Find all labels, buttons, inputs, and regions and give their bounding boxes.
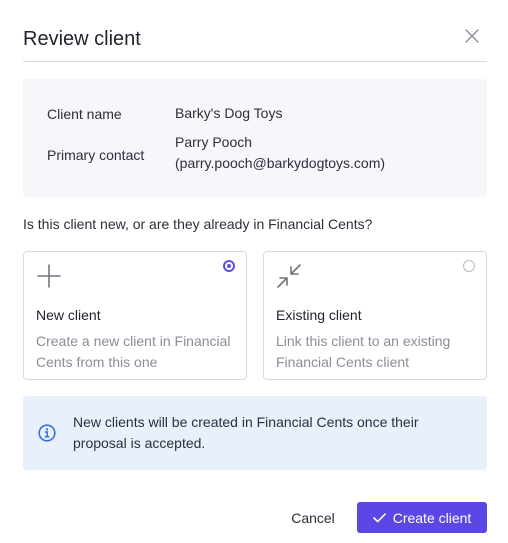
dialog-title: Review client (23, 28, 141, 50)
client-summary: Client name Barky's Dog Toys Primary con… (23, 79, 487, 197)
new-client-radio[interactable] (223, 260, 235, 272)
create-client-label: Create client (392, 509, 472, 526)
create-client-button[interactable]: Create client (357, 502, 487, 533)
client-type-question: Is this client new, or are they already … (23, 216, 373, 232)
client-name-value: Barky's Dog Toys (175, 105, 283, 121)
primary-contact-name: Parry Pooch (175, 134, 253, 150)
primary-contact-email: (parry.pooch@barkydogtoys.com) (175, 155, 386, 171)
dialog-header: Review client (23, 26, 487, 62)
new-client-option[interactable]: New client Create a new client in Financ… (23, 251, 247, 380)
close-button[interactable] (463, 27, 481, 45)
existing-client-radio[interactable] (463, 260, 475, 272)
header-divider (23, 61, 487, 62)
info-icon (38, 424, 56, 442)
info-text: New clients will be created in Financial… (73, 414, 419, 451)
existing-client-description: Link this client to an existing Financia… (276, 333, 451, 370)
cancel-button[interactable]: Cancel (282, 502, 344, 533)
existing-client-option[interactable]: Existing client Link this client to an e… (263, 251, 487, 380)
info-banner: New clients will be created in Financial… (23, 396, 487, 470)
check-icon (372, 512, 386, 522)
collapse-arrows-icon (277, 264, 301, 288)
new-client-description: Create a new client in Financial Cents f… (36, 333, 231, 370)
new-client-title: New client (36, 307, 101, 323)
client-name-label: Client name (47, 106, 122, 122)
plus-icon (37, 264, 61, 288)
primary-contact-label: Primary contact (47, 147, 145, 163)
existing-client-title: Existing client (276, 307, 362, 323)
close-icon (465, 29, 479, 43)
review-client-dialog: Review client Client name Barky's Dog To… (0, 0, 508, 543)
